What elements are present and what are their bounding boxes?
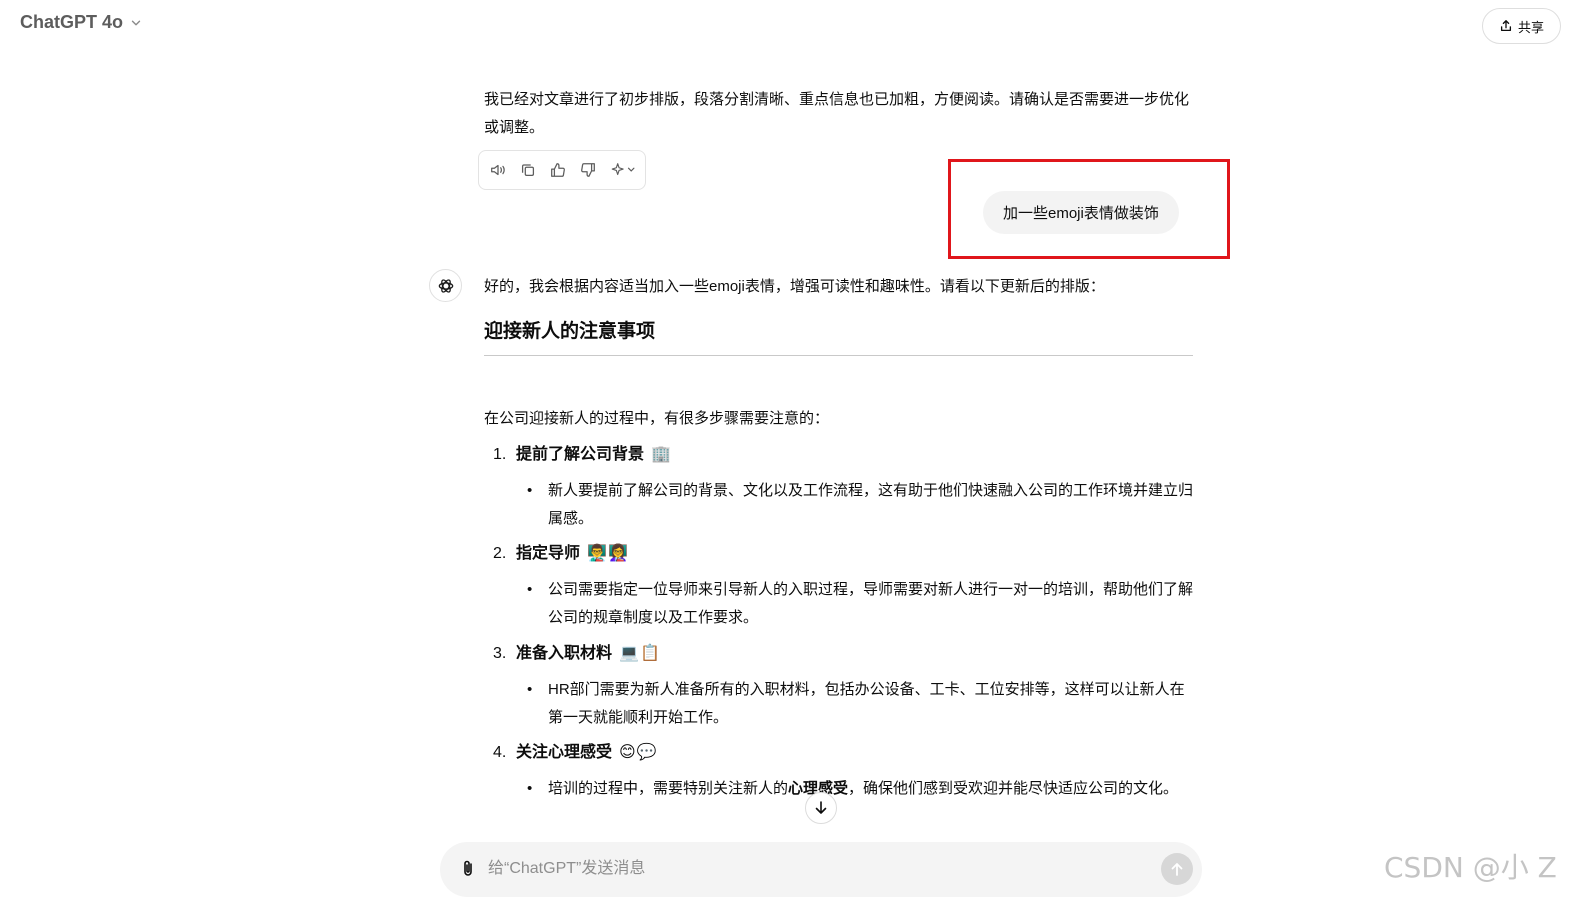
list-item-name: 准备入职材料 (516, 645, 613, 662)
bullet-dot: • (527, 681, 533, 698)
list-item-bullet: • 培训的过程中，需要特别关注新人的心理感受，确保他们感到受欢迎并能尽快适应公司… (527, 775, 1197, 803)
sparkle-icon (611, 163, 635, 176)
list-item-name: 提前了解公司背景 (516, 446, 645, 463)
list-item-bullet: • 公司需要指定一位导师来引导新人的入职过程，导师需要对新人进行一对一的培训，帮… (527, 576, 1197, 632)
share-label: 共享 (1517, 19, 1544, 35)
paperclip-icon (464, 860, 472, 876)
send-button[interactable] (1161, 853, 1193, 885)
speaker-icon (491, 164, 505, 176)
previous-reply-text: 我已经对文章进行了初步排版，段落分割清晰、重点信息也已加粗，方便阅读。请确认是否… (484, 91, 1190, 136)
building-emoji: 🏢 (651, 446, 672, 463)
bullet-text: HR部门需要为新人准备所有的入职材料，包括办公设备、工卡、工位安排等，这样可以让… (548, 681, 1185, 726)
list-item-bullet: • HR部门需要为新人准备所有的入职材料，包括办公设备、工卡、工位安排等，这样可… (527, 676, 1197, 732)
share-button[interactable]: 共享 (1482, 8, 1561, 44)
list-item-name: 指定导师 (516, 545, 581, 562)
openai-logo-icon (438, 278, 453, 293)
assistant-avatar (429, 269, 462, 302)
arrow-up-icon (1171, 863, 1183, 876)
chevron-down-icon (131, 20, 141, 25)
chat-page: ChatGPT 4o 共享 我已经对文章进行了初步排版，段落分割清晰、重点信息也… (0, 0, 1577, 897)
bullet-text-pre: 培训的过程中，需要特别关注新人的 (548, 780, 789, 797)
message-composer (440, 842, 1202, 897)
attach-button[interactable] (457, 857, 479, 881)
read-aloud-button[interactable] (487, 159, 509, 181)
dislike-button[interactable] (577, 159, 599, 181)
teacher-emoji: 👨‍🏫👩‍🏫 (587, 545, 629, 562)
reply-heading: 迎接新人的注意事项 (484, 321, 656, 342)
message-action-bar (478, 150, 646, 190)
reply-paragraph: 在公司迎接新人的过程中，有很多步骤需要注意的： (484, 410, 830, 427)
copy-icon (521, 164, 535, 177)
copy-button[interactable] (517, 159, 539, 181)
list-item-title: 2. 指定导师 👨‍🏫👩‍🏫 (493, 540, 629, 568)
model-title: ChatGPT 4o (20, 12, 124, 32)
list-item-title: 1. 提前了解公司背景 🏢 (493, 441, 672, 469)
smile-speech-emoji: 😊💬 (619, 744, 658, 761)
like-button[interactable] (547, 159, 569, 181)
list-item-title: 4. 关注心理感受 😊💬 (493, 739, 658, 767)
list-item-number: 2. (493, 545, 507, 562)
bullet-text: 新人要提前了解公司的背景、文化以及工作流程，这有助于他们快速融入公司的工作环境并… (548, 482, 1194, 527)
share-icon (1500, 20, 1512, 32)
list-item-number: 1. (493, 446, 507, 463)
list-item-number: 4. (493, 744, 507, 761)
bullet-text: 培训的过程中，需要特别关注新人的心理感受，确保他们感到受欢迎并能尽快适应公司的文… (548, 775, 1178, 803)
bullet-dot: • (527, 780, 533, 797)
bullet-dot: • (527, 482, 533, 499)
thumbs-up-icon (551, 163, 565, 177)
thumbs-down-icon (581, 163, 595, 177)
regenerate-button[interactable] (607, 159, 641, 181)
list-item-name: 关注心理感受 (516, 744, 613, 761)
bullet-dot: • (527, 581, 533, 598)
message-input[interactable] (488, 856, 1138, 882)
bullet-text-post: ，确保他们感到受欢迎并能尽快适应公司的文化。 (848, 780, 1179, 797)
list-item-title: 3. 准备入职材料 💻📋 (493, 640, 661, 668)
reply-intro: 好的，我会根据内容适当加入一些emoji表情，增强可读性和趣味性。请看以下更新后… (484, 278, 1105, 295)
computer-clipboard-emoji: 💻📋 (619, 645, 661, 662)
list-item-number: 3. (493, 645, 507, 662)
arrow-down-icon (815, 801, 827, 814)
watermark: CSDN @小 Z (1384, 851, 1557, 884)
model-selector[interactable]: ChatGPT 4o (20, 12, 143, 33)
user-message-bubble: 加一些emoji表情做装饰 (983, 191, 1179, 234)
user-message-text: 加一些emoji表情做装饰 (1003, 205, 1159, 222)
bullet-text: 公司需要指定一位导师来引导新人的入职过程，导师需要对新人进行一对一的培训，帮助他… (548, 581, 1194, 626)
list-item-bullet: • 新人要提前了解公司的背景、文化以及工作流程，这有助于他们快速融入公司的工作环… (527, 477, 1197, 533)
scroll-to-bottom-button[interactable] (805, 792, 837, 824)
divider (484, 355, 1193, 356)
